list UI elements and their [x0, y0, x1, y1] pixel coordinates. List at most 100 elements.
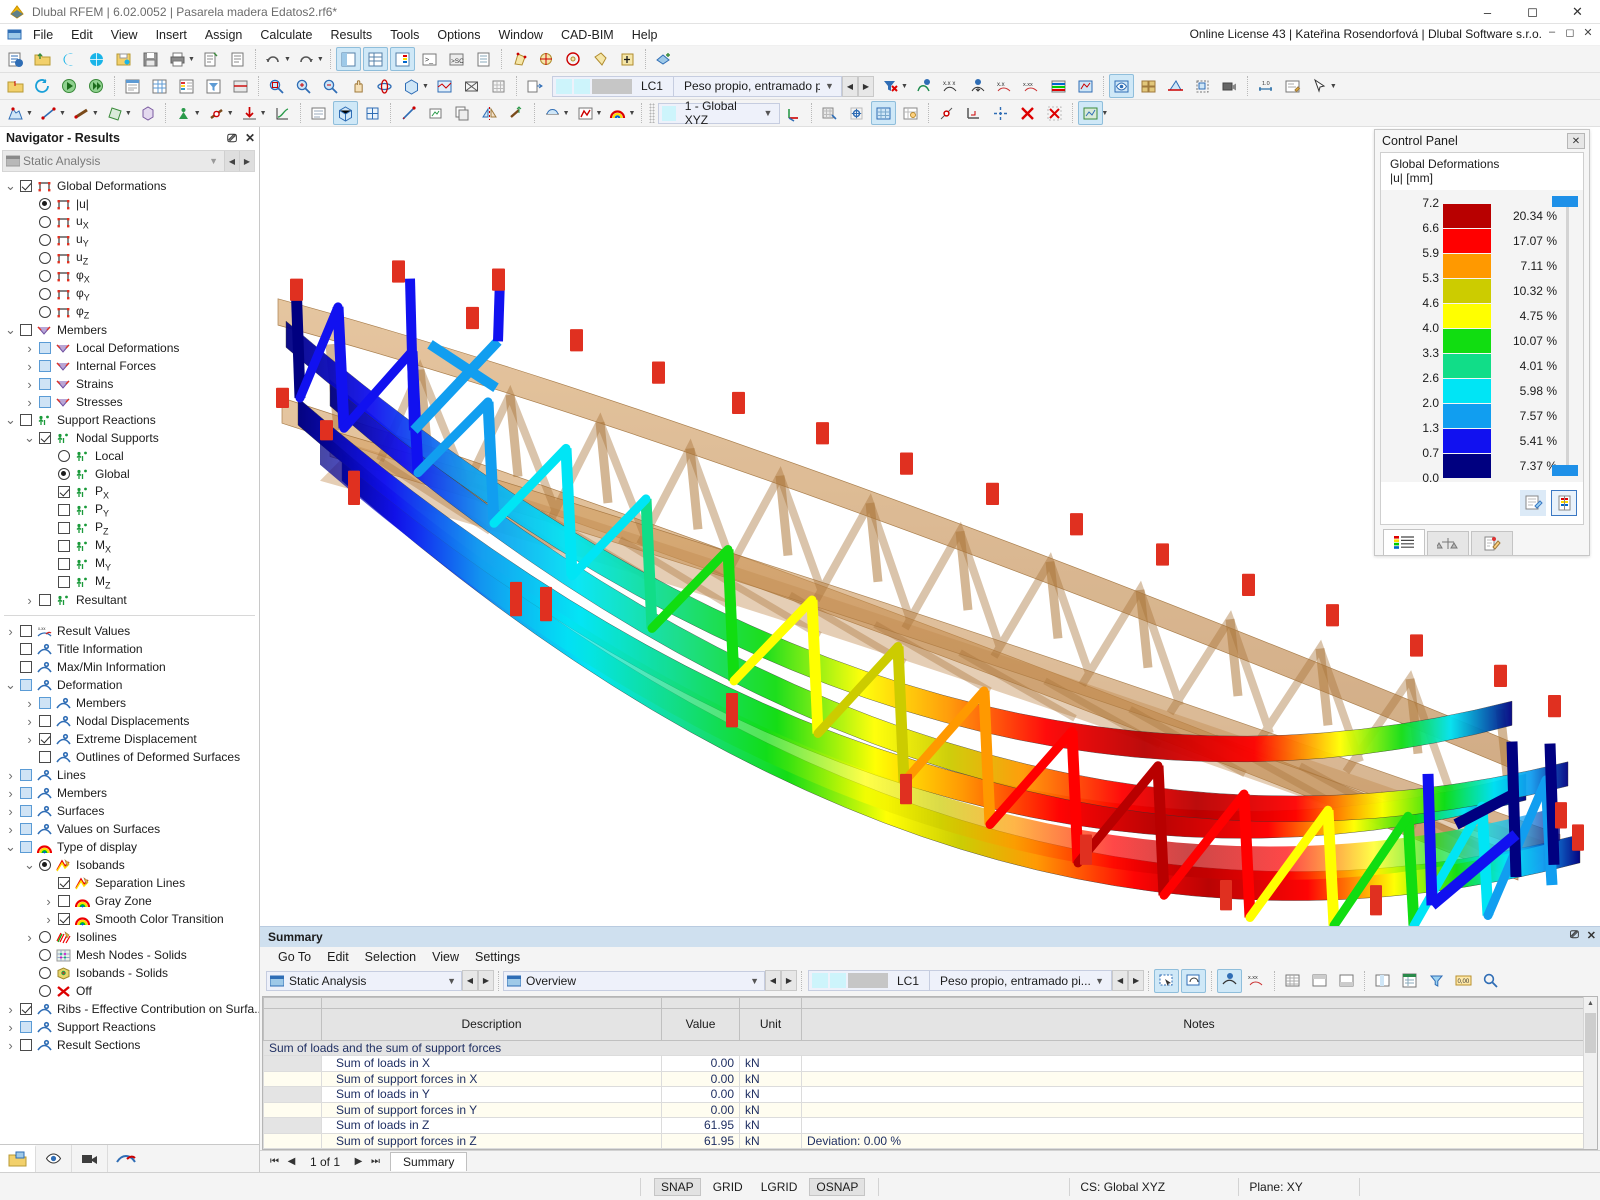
fe-mesh-icon[interactable] [871, 101, 897, 125]
checkbox[interactable] [57, 895, 70, 907]
chevron-down-icon[interactable]: ⌄ [4, 413, 17, 426]
radio-button[interactable] [38, 967, 51, 979]
select-circle-icon[interactable] [561, 47, 586, 71]
checkbox-checked[interactable] [57, 877, 70, 889]
radio-button-selected[interactable] [38, 859, 51, 871]
checkbox[interactable] [38, 378, 51, 390]
scroll-thumb[interactable] [1585, 1012, 1596, 1053]
model-viewport[interactable]: Control Panel ✕ Global Deformations |u| … [260, 127, 1600, 926]
next-page-button[interactable]: ▶ [350, 1156, 367, 1167]
tree-item-surfaces[interactable]: › Surfaces [0, 802, 259, 820]
checkbox[interactable] [38, 396, 51, 408]
chevron-right-icon[interactable]: › [42, 894, 55, 909]
member-insert-icon[interactable] [69, 101, 94, 125]
cloud-open-icon[interactable] [57, 47, 82, 71]
select-polygon-icon[interactable] [588, 47, 613, 71]
table-row[interactable]: Sum of loads in X 0.00 kN [263, 1055, 1597, 1072]
cell-description[interactable]: Sum of support forces in Y [321, 1101, 662, 1118]
result-display-icon[interactable] [911, 74, 936, 98]
tree-item-gray-zone[interactable]: › Gray Zone [0, 892, 259, 910]
minimize-button[interactable]: – [1465, 0, 1510, 24]
checkbox[interactable] [19, 805, 32, 817]
tab-display-properties[interactable] [1471, 531, 1513, 555]
tree-item-u[interactable]: uX [0, 213, 259, 231]
color-band-3[interactable] [1443, 279, 1491, 303]
guideline-icon[interactable] [988, 101, 1013, 125]
tree-item-local[interactable]: Local [0, 447, 259, 465]
chevron-right-icon[interactable]: › [23, 930, 36, 945]
checkbox[interactable] [19, 841, 32, 853]
tree-item-smooth-color-transition[interactable]: › Smooth Color Transition [0, 910, 259, 928]
cell-unit[interactable]: kN [739, 1117, 802, 1134]
render-settings-icon[interactable] [1078, 101, 1104, 125]
checkbox-checked[interactable] [19, 1003, 32, 1015]
visibility-icon[interactable] [1108, 74, 1134, 98]
tree-item-support-reactions[interactable]: ⌄ Support Reactions [0, 411, 259, 429]
chevron-down-icon[interactable]: ⌄ [4, 678, 17, 691]
chevron-down-icon[interactable]: ▼ [820, 81, 839, 91]
summary-close-button[interactable]: ✕ [1587, 929, 1596, 942]
menu-item-tools[interactable]: Tools [381, 26, 428, 44]
axes-icon[interactable] [781, 101, 806, 125]
color-band-2[interactable] [1443, 254, 1491, 278]
menu-item-edit[interactable]: Edit [62, 26, 102, 44]
checkbox[interactable] [57, 576, 70, 588]
chevron-down-icon[interactable]: ⌄ [23, 431, 36, 444]
radio-button[interactable] [38, 252, 51, 264]
chevron-right-icon[interactable]: › [4, 1038, 17, 1053]
tree-item-[interactable]: φZ [0, 303, 259, 321]
edit-legend-icon[interactable] [1520, 490, 1546, 516]
cell-unit[interactable]: kN [739, 1132, 802, 1149]
tree-item-stresses[interactable]: › Stresses [0, 393, 259, 411]
color-band-1[interactable] [1443, 229, 1491, 253]
doc-minimize-button[interactable]: – [1544, 26, 1560, 39]
tree-item-mesh-nodes-solids[interactable]: Mesh Nodes - Solids [0, 946, 259, 964]
hinge-icon[interactable] [204, 101, 229, 125]
summary-view-selector[interactable]: Overview ▼ [503, 970, 765, 991]
menu-item-results[interactable]: Results [322, 26, 382, 44]
table-row[interactable]: Sum of support forces in Z 61.95 kN Deviati… [263, 1132, 1597, 1149]
solid-insert-icon[interactable] [135, 101, 160, 125]
delete-selected-icon[interactable] [1042, 101, 1067, 125]
menu-item-assign[interactable]: Assign [196, 26, 252, 44]
tree-item-m[interactable]: MX [0, 537, 259, 555]
node-insert-icon[interactable] [3, 101, 28, 125]
checkbox[interactable] [19, 787, 32, 799]
camera-view-icon[interactable] [1217, 74, 1242, 98]
table-row[interactable]: Sum of support forces in X 0.00 kN [263, 1070, 1597, 1087]
checkbox[interactable] [19, 414, 32, 426]
chevron-right-icon[interactable]: › [4, 624, 17, 639]
checkbox[interactable] [38, 360, 51, 372]
checkbox[interactable] [19, 823, 32, 835]
summary-load-case-selector[interactable]: LC1 [808, 970, 931, 991]
column-header-value[interactable]: Value [661, 1007, 740, 1041]
tree-item-deformation[interactable]: ⌄ Deformation [0, 676, 259, 694]
navigator-close-button[interactable]: ✕ [241, 131, 259, 145]
navigator-tab-view[interactable] [36, 1145, 72, 1172]
summary-menu-settings[interactable]: Settings [467, 949, 528, 965]
checkbox[interactable] [19, 661, 32, 673]
radio-button[interactable] [38, 288, 51, 300]
chevron-right-icon[interactable]: › [23, 341, 36, 356]
load-case-name-combo[interactable]: Peso propio, entramado pi... ▼ [673, 75, 842, 97]
last-page-button[interactable]: ⏭ [367, 1156, 384, 1167]
checkbox[interactable] [38, 697, 51, 709]
analysis-chevron-down-icon[interactable]: ▼ [209, 156, 224, 166]
summary-view-next[interactable]: ▶ [781, 970, 797, 991]
tree-item-result-values[interactable]: › x.xx Result Values [0, 622, 259, 640]
search-table-icon[interactable] [1478, 969, 1503, 993]
open-folder-icon[interactable] [30, 47, 55, 71]
coordinate-icon[interactable] [423, 101, 448, 125]
select-region-icon[interactable] [1181, 968, 1207, 993]
radio-button[interactable] [38, 270, 51, 282]
doc-close-button[interactable]: ✕ [1580, 26, 1596, 39]
summary-analysis-next[interactable]: ▶ [478, 970, 494, 991]
wireframe-icon[interactable] [459, 74, 484, 98]
tab-color-legend[interactable] [1383, 529, 1425, 555]
stiffness-icon[interactable] [270, 101, 295, 125]
summary-view-chevron-icon[interactable]: ▼ [750, 976, 764, 986]
copy-object-icon[interactable] [450, 101, 475, 125]
row-index-cell[interactable] [263, 1117, 322, 1134]
first-page-button[interactable]: ⏮ [266, 1156, 283, 1167]
cell-unit[interactable]: kN [739, 1086, 802, 1103]
